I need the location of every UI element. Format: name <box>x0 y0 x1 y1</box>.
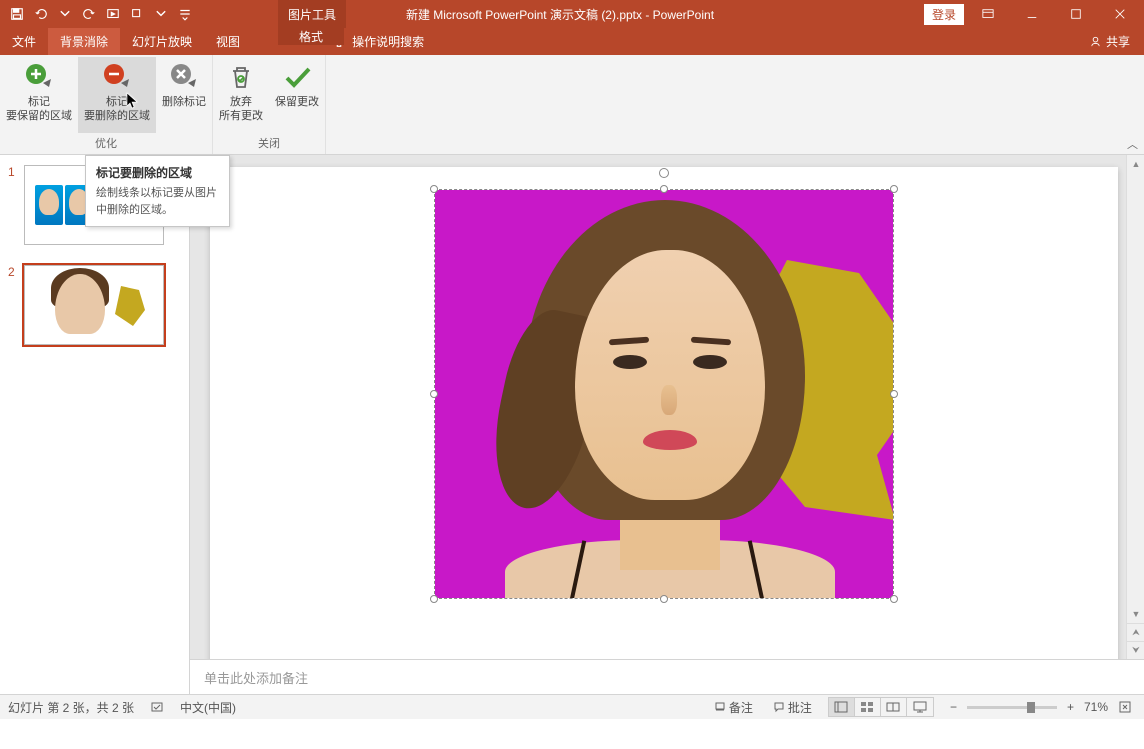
status-bar: 幻灯片 第 2 张，共 2 张 中文(中国) 备注 批注 − + 71% <box>0 694 1144 719</box>
slide-canvas-area: ▲ ▼ ⮝ ⮟ 单击此处添加备注 <box>190 155 1144 694</box>
resize-handle[interactable] <box>430 390 438 398</box>
tooltip: 标记要删除的区域 绘制线条以标记要从图片中删除的区域。 <box>85 155 230 227</box>
resize-handle[interactable] <box>890 185 898 193</box>
reading-view-icon[interactable] <box>881 698 907 716</box>
qat-more-icon[interactable] <box>126 3 148 25</box>
resize-handle[interactable] <box>660 185 668 193</box>
tab-format[interactable]: 格式 <box>278 28 344 45</box>
tooltip-title: 标记要删除的区域 <box>96 164 219 181</box>
comments-toggle[interactable]: 批注 <box>769 699 816 716</box>
qat-dropdown-icon[interactable] <box>150 3 172 25</box>
tab-view[interactable]: 视图 <box>204 28 252 55</box>
spell-check-icon[interactable] <box>146 700 168 714</box>
normal-view-icon[interactable] <box>829 698 855 716</box>
ribbon-group-refine: 标记 要保留的区域 标记 要删除的区域 删除标记 优化 <box>0 55 213 154</box>
title-bar: 图片工具 新建 Microsoft PowerPoint 演示文稿 (2).pp… <box>0 0 1144 28</box>
undo-dropdown-icon[interactable] <box>54 3 76 25</box>
resize-handle[interactable] <box>660 595 668 603</box>
slide[interactable] <box>210 167 1118 659</box>
main-area: 1 2 <box>0 155 1144 694</box>
ribbon-group-close: 放弃 所有更改 保留更改 关闭 <box>213 55 326 154</box>
slideshow-view-icon[interactable] <box>907 698 933 716</box>
delete-marks-button[interactable]: 删除标记 <box>156 57 212 133</box>
close-icon[interactable] <box>1100 0 1140 28</box>
collapse-ribbon-icon[interactable]: ︿ <box>1127 136 1138 152</box>
mark-keep-button[interactable]: 标记 要保留的区域 <box>0 57 78 133</box>
qat-customize-icon[interactable] <box>174 3 196 25</box>
slide-counter[interactable]: 幻灯片 第 2 张，共 2 张 <box>8 699 134 716</box>
resize-handle[interactable] <box>430 595 438 603</box>
tell-me-label: 操作说明搜索 <box>352 33 424 50</box>
picture-selection[interactable] <box>434 189 894 599</box>
trash-icon <box>225 61 257 93</box>
background-removal-mask <box>435 190 893 598</box>
fit-to-window-icon[interactable] <box>1114 700 1136 714</box>
scroll-down-icon[interactable]: ▼ <box>1127 605 1144 623</box>
checkmark-icon <box>281 61 313 93</box>
quick-access-toolbar <box>0 3 196 25</box>
redo-icon[interactable] <box>78 3 100 25</box>
prev-slide-icon[interactable]: ⮝ <box>1127 623 1144 641</box>
thumbnail-2[interactable]: 2 <box>8 265 181 345</box>
resize-handle[interactable] <box>430 185 438 193</box>
slide-thumbnails: 1 2 <box>0 155 190 694</box>
scroll-up-icon[interactable]: ▲ <box>1127 155 1144 173</box>
ribbon-tabs: 文件 背景消除 幻灯片放映 视图 格式 操作说明搜索 共享 <box>0 28 1144 55</box>
login-button[interactable]: 登录 <box>924 4 964 25</box>
sorter-view-icon[interactable] <box>855 698 881 716</box>
save-icon[interactable] <box>6 3 28 25</box>
mark-remove-button[interactable]: 标记 要删除的区域 <box>78 57 156 133</box>
share-button[interactable]: 共享 <box>1075 28 1144 55</box>
zoom-slider[interactable] <box>967 706 1057 709</box>
ribbon: 标记 要保留的区域 标记 要删除的区域 删除标记 优化 放弃 所有更改 <box>0 55 1144 155</box>
share-icon <box>1089 35 1102 48</box>
zoom-percent[interactable]: 71% <box>1084 700 1108 714</box>
discard-changes-button[interactable]: 放弃 所有更改 <box>213 57 269 133</box>
zoom-control: − + 71% <box>946 700 1136 714</box>
next-slide-icon[interactable]: ⮟ <box>1127 641 1144 659</box>
contextual-tab-label: 图片工具 <box>278 0 346 28</box>
undo-icon[interactable] <box>30 3 52 25</box>
maximize-icon[interactable] <box>1056 0 1096 28</box>
minimize-icon[interactable] <box>1012 0 1052 28</box>
portrait-image <box>445 190 875 598</box>
resize-handle[interactable] <box>890 595 898 603</box>
tab-file[interactable]: 文件 <box>0 28 48 55</box>
rotate-handle[interactable] <box>659 168 669 178</box>
ribbon-display-icon[interactable] <box>968 0 1008 28</box>
group-label-close: 关闭 <box>258 133 280 154</box>
start-from-beginning-icon[interactable] <box>102 3 124 25</box>
notes-pane[interactable]: 单击此处添加备注 <box>190 659 1144 694</box>
window-controls: 登录 <box>924 0 1144 28</box>
keep-changes-button[interactable]: 保留更改 <box>269 57 325 133</box>
resize-handle[interactable] <box>890 390 898 398</box>
minus-circle-icon <box>101 61 133 93</box>
tooltip-body: 绘制线条以标记要从图片中删除的区域。 <box>96 185 219 218</box>
tab-background-removal[interactable]: 背景消除 <box>48 28 120 55</box>
thumbnail-2-preview <box>25 266 163 344</box>
share-label: 共享 <box>1106 33 1130 50</box>
zoom-in-icon[interactable]: + <box>1063 700 1078 714</box>
tell-me[interactable]: 操作说明搜索 <box>332 28 424 55</box>
view-buttons <box>828 697 934 717</box>
tab-slideshow[interactable]: 幻灯片放映 <box>120 28 204 55</box>
delete-circle-icon <box>168 61 200 93</box>
language-indicator[interactable]: 中文(中国) <box>180 699 236 716</box>
plus-circle-icon <box>23 61 55 93</box>
group-label-refine: 优化 <box>95 133 117 154</box>
notes-toggle[interactable]: 备注 <box>710 699 757 716</box>
zoom-out-icon[interactable]: − <box>946 700 961 714</box>
vertical-scrollbar[interactable]: ▲ ▼ ⮝ ⮟ <box>1126 155 1144 659</box>
